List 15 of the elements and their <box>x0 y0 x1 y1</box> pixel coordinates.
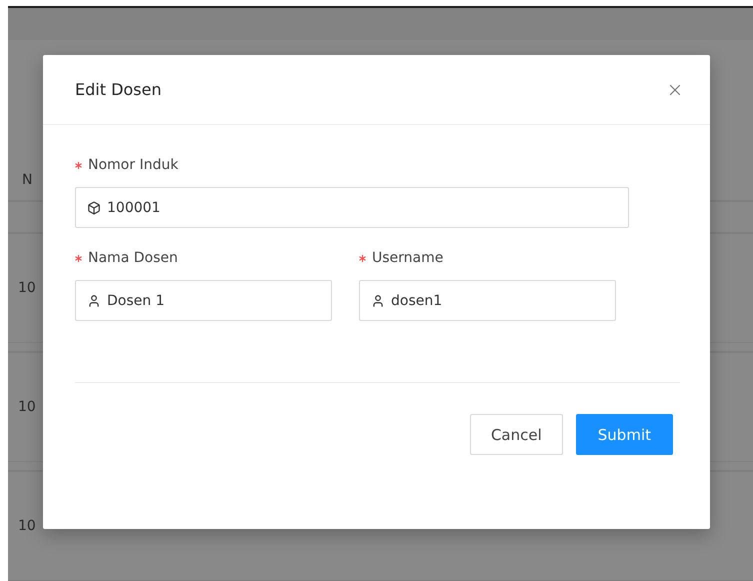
dialog-title: Edit Dosen <box>75 80 162 99</box>
input-field[interactable]: dosen1 <box>359 280 616 321</box>
table-cell: 10 <box>18 280 36 296</box>
input-field[interactable]: Dosen 1 <box>75 280 332 321</box>
column-header: N <box>22 172 32 188</box>
cancel-button[interactable]: Cancel <box>470 414 563 455</box>
table-cell: 10 <box>18 518 36 534</box>
field-label: Nama Dosen <box>88 250 178 266</box>
field-label: Username <box>372 250 444 266</box>
user-icon <box>371 294 385 308</box>
user-icon <box>87 294 101 308</box>
table-cell: 10 <box>18 398 36 415</box>
cube-icon <box>87 200 101 214</box>
input-field[interactable]: 100001 <box>75 187 629 228</box>
field-label: Nomor Induk <box>88 157 178 173</box>
